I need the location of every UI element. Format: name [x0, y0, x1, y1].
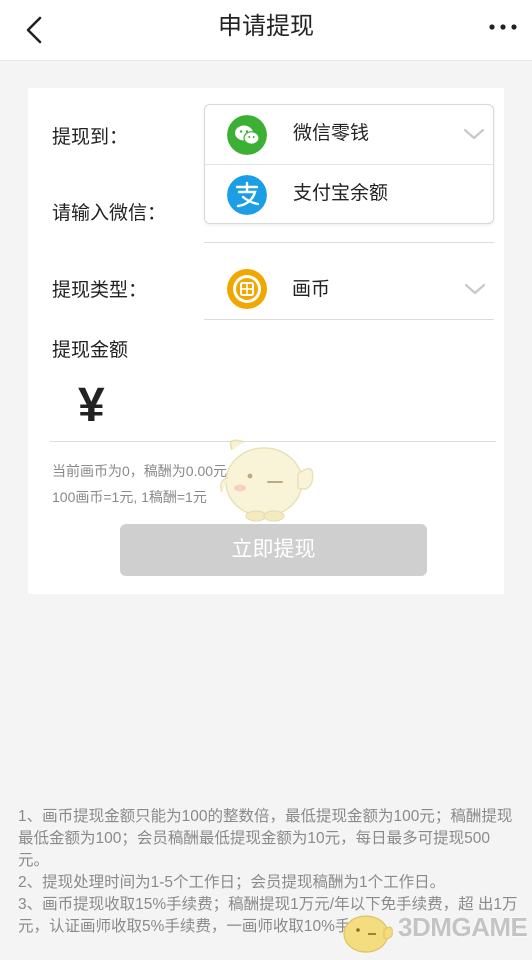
amount-underline [50, 441, 496, 442]
note-line: 1、画币提现金额只能为100的整数倍，最低提现金额为100元；稿酬提现最低金额为… [18, 808, 513, 869]
option-alipay-balance[interactable]: 支付宝余额 [205, 164, 493, 224]
note-line: 2、提现处理时间为1-5个工作日；会员提现稿酬为1个工作日。 [18, 874, 446, 891]
withdraw-submit-button[interactable]: 立即提现 [120, 524, 427, 576]
withdraw-type-label: 提现类型： [52, 280, 148, 301]
amount-input[interactable] [148, 380, 492, 430]
page-title: 申请提现 [218, 13, 314, 40]
withdraw-type-select[interactable]: 画币 [204, 260, 494, 318]
withdraw-target-dropdown[interactable]: 微信零钱 支付宝余额 [204, 104, 494, 224]
currency-symbol: ¥ [78, 379, 105, 432]
option-label-alipay: 支付宝余额 [293, 183, 389, 204]
option-wechat-balance[interactable]: 微信零钱 [205, 105, 493, 164]
top-bar: 申请提现 [0, 0, 532, 61]
more-options-icon[interactable] [488, 22, 518, 32]
alipay-icon [227, 175, 267, 215]
exchange-rate-hint: 100画币=1元, 1稿酬=1元 [52, 489, 207, 505]
withdraw-rules-notes: 1、画币提现金额只能为100的整数倍，最低提现金额为100元；稿酬提现最低金额为… [18, 806, 518, 938]
option-label-wechat: 微信零钱 [293, 123, 370, 144]
divider [204, 242, 494, 243]
note-line: 3、画币提现收取15%手续费；稿酬提现1万元/年以下免手续费，超 出1万元，认证… [18, 896, 518, 935]
divider [204, 319, 494, 320]
balance-hint: 当前画币为0，稿酬为0.00元 [52, 463, 228, 479]
withdraw-type-value: 画币 [292, 279, 331, 300]
wechat-input-label: 请输入微信： [52, 203, 167, 224]
wechat-icon [227, 115, 267, 155]
chevron-down-icon [463, 128, 485, 140]
withdraw-to-label: 提现到： [52, 127, 129, 148]
chevron-down-icon [464, 283, 486, 295]
withdraw-form-card: 提现到： 请输入微信： 微信零钱 支付宝余额 提现类型： 画币 提现金额 ¥ 当… [28, 88, 504, 594]
coin-icon [227, 269, 267, 309]
amount-label: 提现金额 [52, 340, 129, 361]
